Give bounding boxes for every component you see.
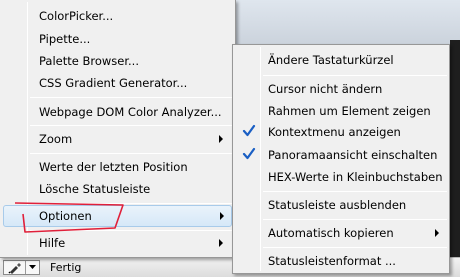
menu-item-label: Automatisch kopieren bbox=[268, 226, 394, 240]
submenu-item-hide-statusbar[interactable]: Statusleiste ausblenden bbox=[235, 194, 447, 216]
checkmark-icon bbox=[242, 124, 256, 137]
menu-item-help[interactable]: Hilfe bbox=[3, 232, 231, 254]
menu-separator bbox=[30, 125, 232, 126]
menu-item-label: CSS Gradient Generator... bbox=[39, 76, 188, 90]
menu-item-label: Cursor nicht ändern bbox=[268, 82, 383, 96]
colorzilla-status-button[interactable] bbox=[3, 260, 40, 275]
menu-item-label: Pipette... bbox=[39, 32, 91, 46]
submenu-item-hex-lowercase[interactable]: HEX-Werte in Kleinbuchstaben bbox=[235, 166, 447, 188]
menu-separator bbox=[30, 203, 232, 204]
menu-item-label: Zoom bbox=[39, 132, 73, 146]
menu-separator bbox=[30, 230, 232, 231]
menu-item-options[interactable]: Optionen bbox=[3, 205, 232, 227]
menu-item-label: Kontextmenu anzeigen bbox=[268, 125, 401, 139]
submenu-item-change-shortcuts[interactable]: Ändere Tastaturkürzel bbox=[235, 49, 447, 71]
menu-item-label: Hilfe bbox=[39, 236, 66, 250]
submenu-arrow-icon bbox=[219, 135, 223, 143]
page-edge-background bbox=[450, 40, 460, 260]
menu-item-last-position-values[interactable]: Werte der letzten Position bbox=[3, 156, 231, 178]
submenu-item-show-element-frame[interactable]: Rahmen um Element zeigen bbox=[235, 100, 447, 122]
menu-item-label: Optionen bbox=[39, 209, 92, 223]
menu-separator bbox=[263, 219, 447, 220]
submenu-arrow-icon bbox=[435, 229, 439, 237]
menu-separator bbox=[30, 97, 232, 98]
menu-item-colorpicker[interactable]: ColorPicker... bbox=[3, 5, 231, 27]
submenu-item-panorama-view[interactable]: Panoramaansicht einschalten bbox=[235, 144, 447, 166]
chevron-down-icon[interactable] bbox=[26, 261, 39, 274]
menu-item-label: Rahmen um Element zeigen bbox=[268, 104, 431, 118]
menu-item-label: Palette Browser... bbox=[39, 54, 139, 68]
menu-item-label: Webpage DOM Color Analyzer... bbox=[39, 105, 222, 119]
menu-item-label: Statusleiste ausblenden bbox=[268, 198, 407, 212]
eyedropper-icon[interactable] bbox=[4, 261, 26, 274]
menu-item-label: Ändere Tastaturkürzel bbox=[268, 53, 394, 67]
menu-item-css-gradient-generator[interactable]: CSS Gradient Generator... bbox=[3, 72, 231, 94]
checkmark-icon bbox=[242, 147, 256, 160]
menu-item-zoom[interactable]: Zoom bbox=[3, 128, 231, 150]
menu-item-label: Lösche Statusleiste bbox=[39, 182, 151, 196]
options-submenu: Ändere Tastaturkürzel Cursor nicht änder… bbox=[232, 44, 450, 274]
menu-item-label: HEX-Werte in Kleinbuchstaben bbox=[268, 170, 443, 184]
menu-separator bbox=[263, 191, 447, 192]
menu-item-dom-color-analyzer[interactable]: Webpage DOM Color Analyzer... bbox=[3, 101, 231, 123]
status-text: Fertig bbox=[50, 261, 82, 274]
colorzilla-menu: ColorPicker... Pipette... Palette Browse… bbox=[0, 0, 236, 258]
menu-separator bbox=[30, 153, 232, 154]
menu-separator bbox=[263, 247, 447, 248]
submenu-item-statusbar-format[interactable]: Statusleistenformat ... bbox=[235, 250, 447, 272]
menu-item-pipette[interactable]: Pipette... bbox=[3, 28, 231, 50]
menu-item-label: Statusleistenformat ... bbox=[268, 254, 396, 268]
menu-item-label: ColorPicker... bbox=[39, 9, 114, 23]
submenu-item-show-context-menu[interactable]: Kontextmenu anzeigen bbox=[235, 121, 447, 143]
menu-item-label: Panoramaansicht einschalten bbox=[268, 148, 438, 162]
submenu-arrow-icon bbox=[220, 212, 224, 220]
submenu-item-auto-copy[interactable]: Automatisch kopieren bbox=[235, 222, 447, 244]
menu-separator bbox=[263, 75, 447, 76]
submenu-item-cursor-unchanged[interactable]: Cursor nicht ändern bbox=[235, 78, 447, 100]
menu-item-palette-browser[interactable]: Palette Browser... bbox=[3, 50, 231, 72]
menu-item-label: Werte der letzten Position bbox=[39, 160, 188, 174]
menu-item-clear-statusbar[interactable]: Lösche Statusleiste bbox=[3, 178, 231, 200]
submenu-arrow-icon bbox=[219, 239, 223, 247]
